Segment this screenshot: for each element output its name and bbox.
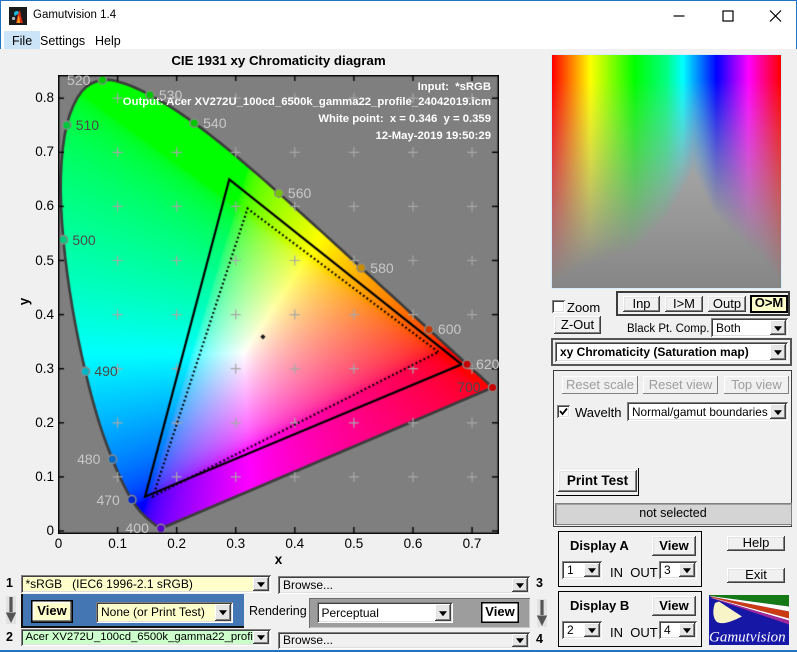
svg-text:Gamutvision: Gamutvision [709,630,786,646]
